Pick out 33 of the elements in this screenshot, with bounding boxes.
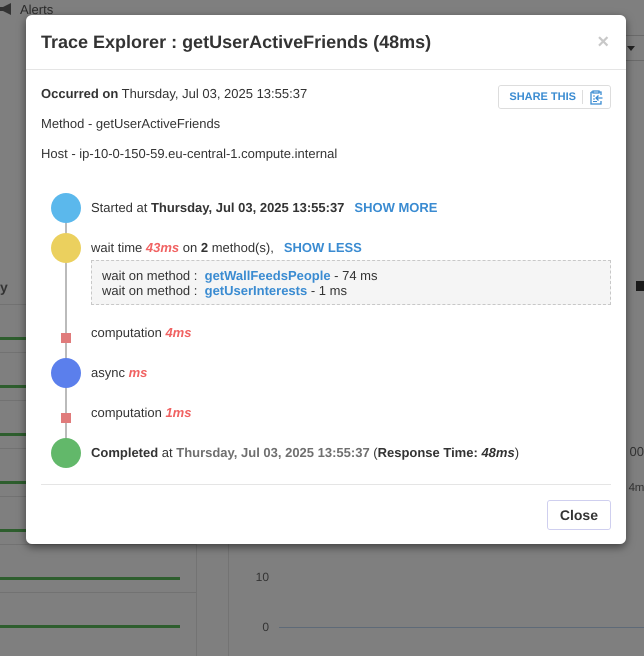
host-text: Host - ip-10-0-150-59.eu-central-1.compute.internal <box>41 146 338 162</box>
event-text: computation 1ms <box>91 405 192 421</box>
detail-text: wait on method : getUserInterests - 1 ms <box>102 283 348 298</box>
modal-title: Trace Explorer : getUserActiveFriends (48ms) <box>41 31 432 54</box>
megaphone-icon <box>0 3 14 15</box>
method-text: Method - getUserActiveFriends <box>41 116 222 132</box>
detail-text: wait on method : getWallFeedsPeople - 74 ms <box>102 268 379 283</box>
event-text: computation 4ms <box>91 325 192 341</box>
legend-swatch <box>636 281 644 291</box>
method-link[interactable]: getUserInterests <box>204 283 308 298</box>
toggle-link[interactable]: SHOW LESS <box>284 240 362 256</box>
share-button[interactable]: SHARE THIS <box>498 85 611 109</box>
toggle-link[interactable]: SHOW MORE <box>354 200 438 216</box>
value-text: 4m <box>628 482 644 496</box>
event-text: Started at Thursday, Jul 03, 2025 13:55:37 <box>91 200 344 216</box>
status-line <box>0 385 26 388</box>
status-line <box>0 337 26 340</box>
occurred-text: Occurred on Thursday, Jul 03, 2025 13:55:37 <box>41 86 308 102</box>
event-text: Completed at Thursday, Jul 03, 2025 13:55:37 (Response Time: 48ms) <box>91 445 520 461</box>
nav-title[interactable]: Alerts <box>20 2 54 16</box>
method-link[interactable]: getWallFeedsPeople <box>204 268 331 283</box>
event-text: async ms <box>91 365 148 381</box>
value-text: 00 <box>630 444 644 460</box>
label: y <box>0 278 8 297</box>
close-button[interactable]: Close <box>546 500 611 530</box>
status-line <box>0 433 26 436</box>
status-line <box>0 481 26 484</box>
axis-tick: 10 <box>254 570 269 584</box>
clipboard-icon <box>589 89 603 105</box>
caret-icon <box>627 46 635 50</box>
axis-tick: 0 <box>261 620 269 634</box>
status-line <box>0 529 26 532</box>
event-text: wait time 43ms on 2 method(s), <box>91 240 274 256</box>
